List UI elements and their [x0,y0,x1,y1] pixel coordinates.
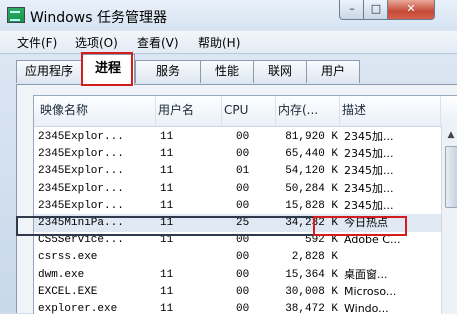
cell-image-name: 2345Explor... [38,182,124,195]
cell-cpu: 00 [236,251,250,264]
menu-view[interactable]: 查看(V) [137,34,179,51]
cell-image-name: 2345Explor... [38,148,124,161]
processes-panel: 映像名称 用户名 CPU 内存(... 描述 2345Explor... 11 00… [16,84,457,314]
window-controls: – □ ✕ [335,0,457,22]
cell-image-name: 2345Explor... [38,165,124,178]
maximize-button[interactable]: □ [363,0,389,20]
tab-applications[interactable]: 应用程序 [16,60,82,83]
cell-cpu: 00 [236,268,250,281]
cell-description: 桌面窗... [344,267,388,281]
table-row[interactable]: 2345Explor... 11 00 65,440 K 2345加... [34,145,441,163]
task-manager-window: Windows 任务管理器 – □ ✕ 文件(F) 选项(O) 查看(V) 帮助… [0,0,457,314]
cell-description: 2345加... [344,181,394,195]
scroll-thumb[interactable] [445,146,457,208]
cell-cpu: 00 [236,148,250,161]
cell-description: 2345加... [344,147,394,161]
task-manager-icon [7,7,25,23]
cell-memory: 54,120 K [285,165,338,178]
cell-image-name: 2345Explor... [38,199,124,212]
table-row[interactable]: 2345Explor... 11 00 50,284 K 2345加... [34,180,441,198]
process-list[interactable]: 映像名称 用户名 CPU 内存(... 描述 2345Explor... 11 00… [33,95,457,314]
cell-cpu: 01 [236,165,250,178]
cell-cpu: 00 [236,285,250,298]
cell-memory: 65,440 K [285,148,338,161]
cell-image-name: 2345Explor... [38,131,124,143]
tab-users[interactable]: 用户 [306,60,360,83]
menu-help[interactable]: 帮助(H) [198,34,240,51]
cell-memory: 15,364 K [285,268,338,281]
column-image-name[interactable]: 映像名称 [34,96,156,126]
tab-strip: 应用程序 进程 服务 性能 联网 用户 [0,54,457,85]
cell-memory: 2,828 K [291,251,338,264]
cell-cpu: 00 [236,182,250,195]
cell-user-name: 11 [160,199,174,212]
table-row[interactable]: 2345Explor... 11 00 15,828 K 2345加... [34,197,441,215]
cell-memory: 15,828 K [285,199,338,212]
column-memory[interactable]: 内存(... [276,96,340,126]
cell-user-name: 11 [160,182,174,195]
tab-performance[interactable]: 性能 [200,60,254,83]
table-row[interactable]: csrss.exe 00 2,828 K [34,248,441,266]
vertical-scrollbar[interactable]: ▲ [441,126,457,314]
cell-description: 2345加... [344,164,394,178]
menu-options[interactable]: 选项(O) [75,34,118,51]
cell-description: Microso... [344,284,397,298]
list-header: 映像名称 用户名 CPU 内存(... 描述 [34,96,457,127]
menu-file[interactable]: 文件(F) [17,34,57,51]
cell-cpu: 00 [236,199,250,212]
table-row[interactable]: 2345Explor... 11 01 54,120 K 2345加... [34,162,441,180]
cell-memory: 81,920 K [285,131,338,143]
minimize-button[interactable]: – [339,0,365,20]
window-title: Windows 任务管理器 [30,10,167,26]
cell-user-name: 11 [160,131,174,143]
cell-user-name: 11 [160,285,174,298]
column-user-name[interactable]: 用户名 [156,96,222,126]
cell-image-name: dwm.exe [38,268,85,281]
column-description[interactable]: 描述 [340,96,441,126]
cell-cpu: 00 [236,131,250,143]
tab-networking[interactable]: 联网 [253,60,307,83]
title-bar[interactable]: Windows 任务管理器 – □ ✕ [0,0,457,30]
table-row[interactable]: dwm.exe 11 00 15,364 K 桌面窗... [34,266,441,284]
highlight-description-cell [313,216,407,236]
cell-memory: 50,284 K [285,182,338,195]
table-row[interactable]: 2345Explor... 11 00 81,920 K 2345加... [34,128,441,146]
tab-services[interactable]: 服务 [135,60,201,83]
column-cpu[interactable]: CPU [222,96,276,126]
cell-user-name: 11 [160,268,174,281]
highlight-processes-tab [81,52,133,86]
cell-image-name: EXCEL.EXE [38,285,98,298]
scroll-up-arrow-icon[interactable]: ▲ [444,128,457,142]
cell-description: 2345加... [344,130,394,143]
cell-description: 2345加... [344,198,394,212]
cell-user-name: 11 [160,165,174,178]
cell-user-name: 11 [160,148,174,161]
close-button[interactable]: ✕ [387,0,435,20]
cell-memory: 30,008 K [285,285,338,298]
menu-bar: 文件(F) 选项(O) 查看(V) 帮助(H) [0,31,457,54]
cell-image-name: csrss.exe [38,251,98,264]
table-row[interactable]: EXCEL.EXE 11 00 30,008 K Microso... [34,283,441,301]
